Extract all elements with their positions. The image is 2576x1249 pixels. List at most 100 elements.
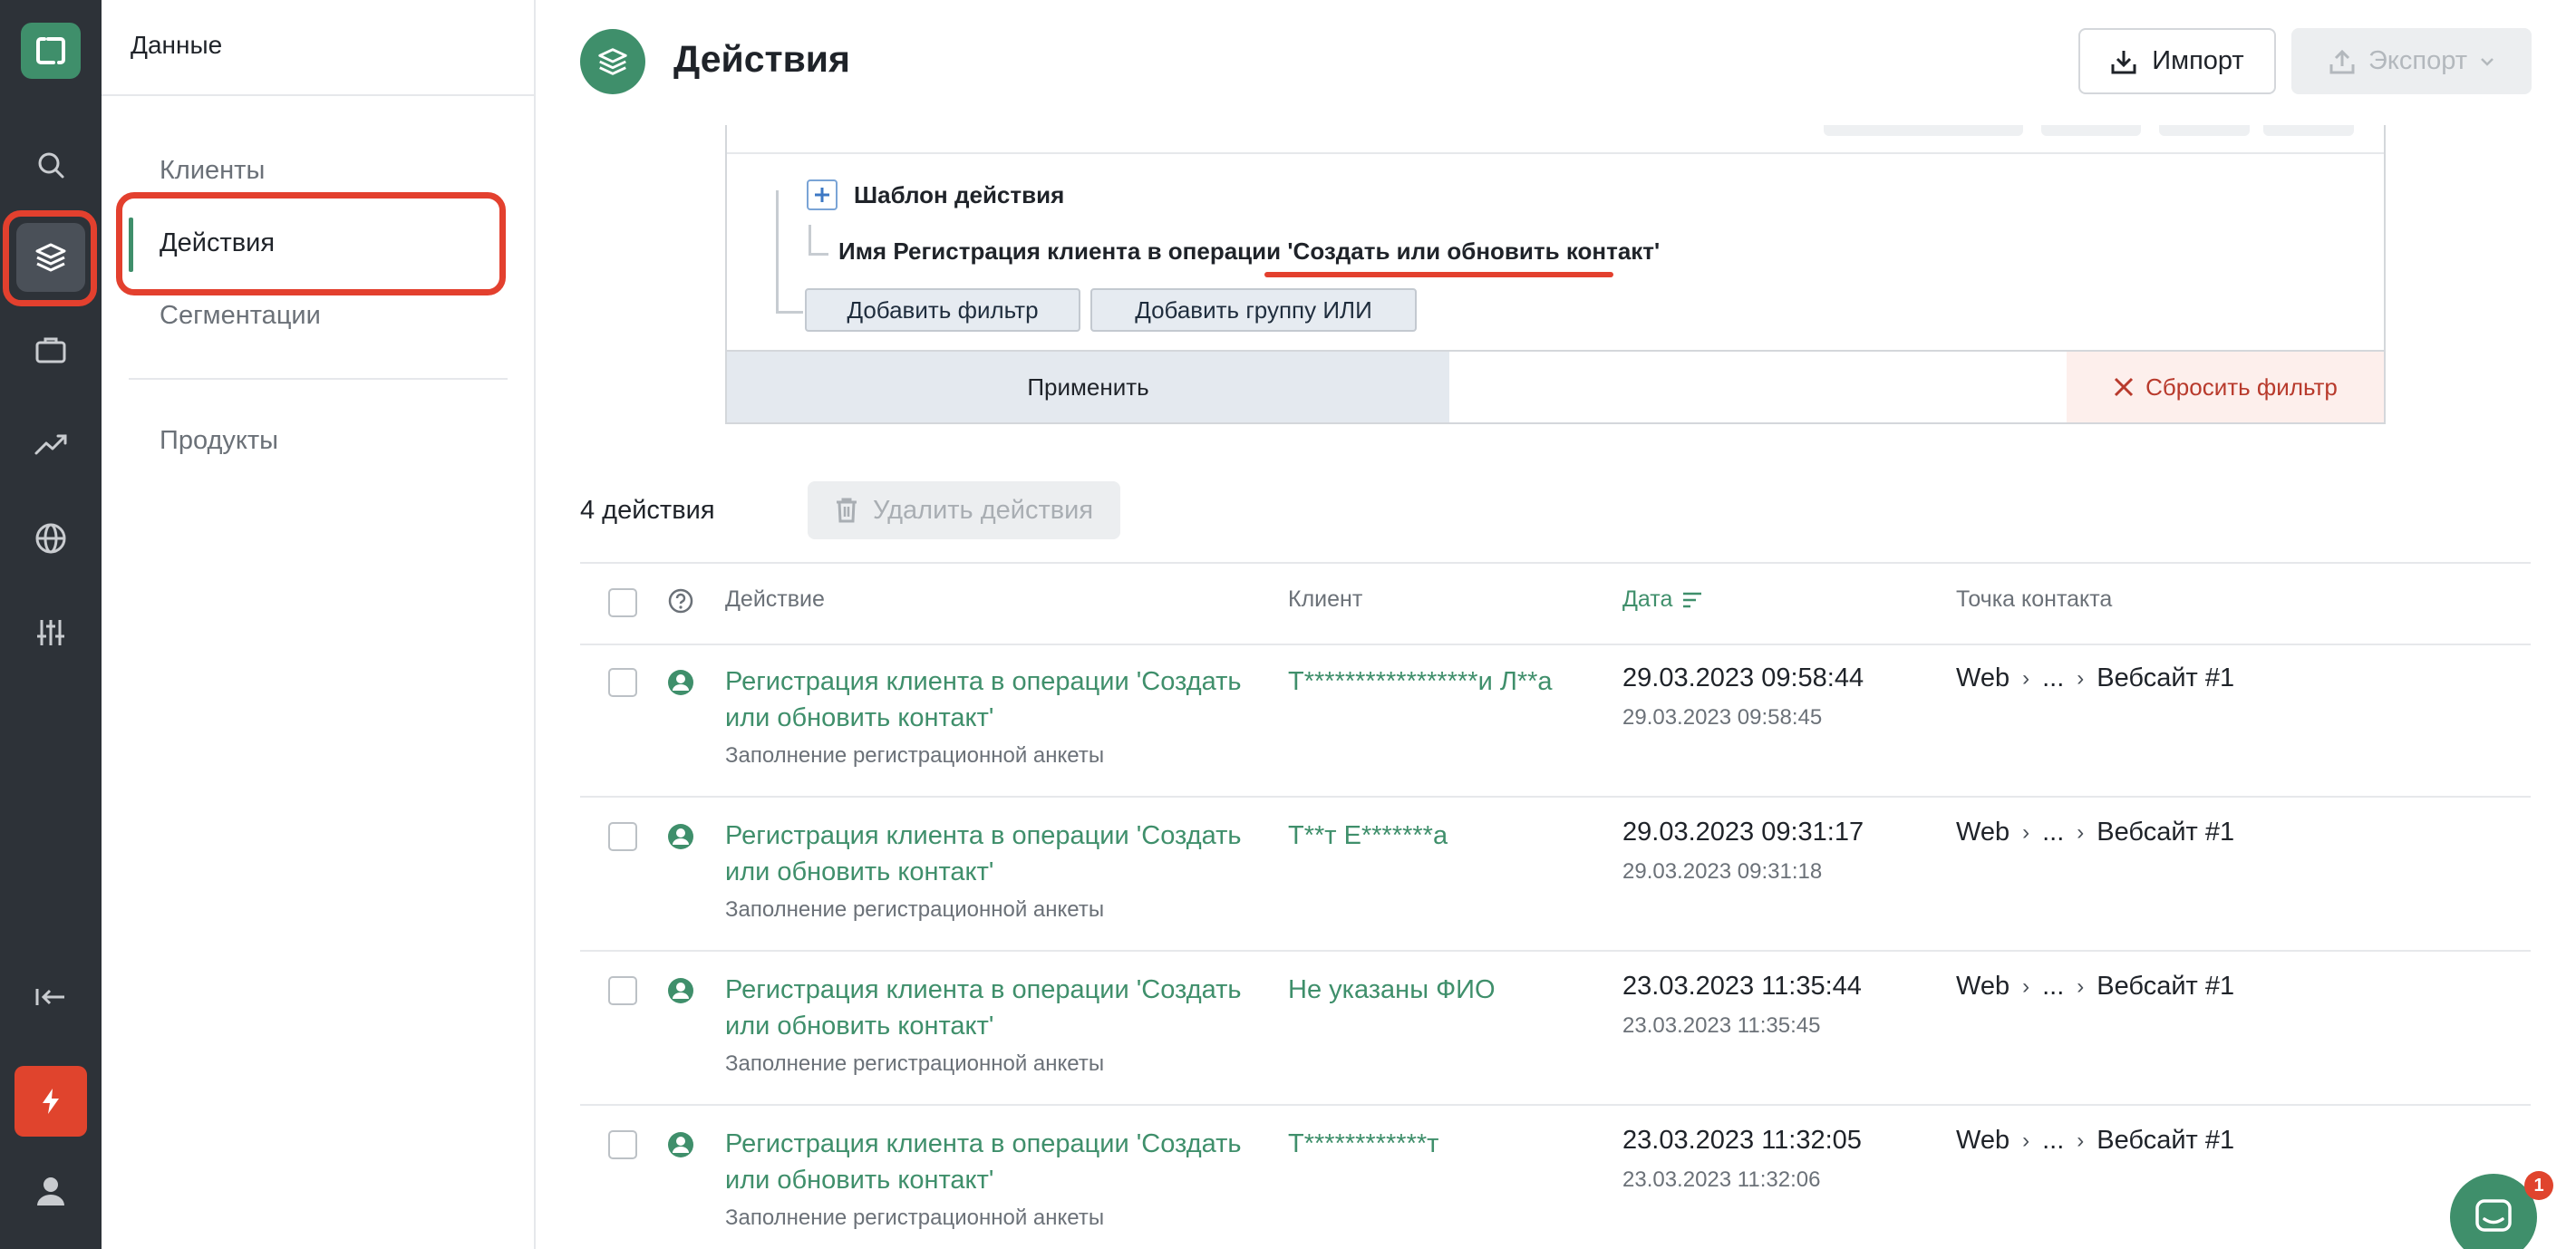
rail-channels[interactable]	[9, 497, 92, 580]
filter-condition[interactable]: Имя Регистрация клиента в операции 'Созд…	[838, 237, 1660, 266]
subnav-item-products[interactable]: Продукты	[160, 426, 278, 456]
client-link[interactable]: Т************т	[1288, 1126, 1560, 1162]
action-description: Заполнение регистрационной анкеты	[725, 743, 1105, 768]
touchpoint-path: Web › ... › Вебсайт #1	[1956, 972, 2234, 1002]
action-date: 23.03.2023 11:32:05	[1622, 1126, 1862, 1155]
touchpoint-part: Web	[1956, 663, 2010, 692]
touchpoint-part: Web	[1956, 1126, 2010, 1155]
touchpoint-part: Web	[1956, 818, 2010, 847]
rail-settings[interactable]	[9, 591, 92, 674]
action-date-secondary: 29.03.2023 09:31:18	[1622, 859, 1823, 884]
table-row[interactable]: Регистрация клиента в операции 'Создать …	[580, 952, 2531, 1106]
tree-line	[809, 225, 811, 256]
action-link[interactable]: Регистрация клиента в операции 'Создать …	[725, 663, 1269, 736]
touchpoint-part: Вебсайт #1	[2097, 663, 2235, 692]
chevron-right-icon: ›	[2077, 819, 2085, 845]
user-icon	[37, 1177, 64, 1205]
add-filter-button[interactable]: Добавить фильтр	[805, 288, 1080, 332]
chevron-right-icon: ›	[2022, 819, 2030, 845]
user-circle-icon	[668, 670, 693, 695]
subnav-item-clients[interactable]: Клиенты	[160, 156, 265, 186]
action-date: 29.03.2023 09:31:17	[1622, 818, 1864, 847]
divider	[129, 378, 508, 380]
action-date-secondary: 23.03.2023 11:35:45	[1622, 1013, 1821, 1038]
touchpoint-part: ...	[2042, 663, 2065, 692]
globe-icon	[35, 523, 66, 554]
touchpoint-path: Web › ... › Вебсайт #1	[1956, 1126, 2234, 1156]
action-date-secondary: 29.03.2023 09:58:45	[1622, 705, 1823, 730]
select-all-checkbox[interactable]	[608, 588, 637, 617]
table-row[interactable]: Регистрация клиента в операции 'Создать …	[580, 798, 2531, 952]
chevron-right-icon: ›	[2022, 665, 2030, 691]
chevron-right-icon: ›	[2077, 1128, 2085, 1153]
action-description: Заполнение регистрационной анкеты	[725, 1205, 1105, 1230]
action-link[interactable]: Регистрация клиента в операции 'Создать …	[725, 1126, 1269, 1198]
data-subnav: Данные Клиенты Действия Сегментации Прод…	[102, 0, 536, 1249]
action-date-secondary: 23.03.2023 11:32:06	[1622, 1167, 1821, 1192]
export-button[interactable]: Экспорт	[2291, 28, 2532, 94]
table-row[interactable]: Регистрация клиента в операции 'Создать …	[580, 644, 2531, 798]
divider	[727, 152, 2384, 154]
action-link[interactable]: Регистрация клиента в операции 'Создать …	[725, 818, 1269, 890]
layers-icon	[598, 48, 627, 75]
rail-search[interactable]	[9, 123, 92, 207]
reset-filter-button[interactable]: Сбросить фильтр	[2067, 352, 2384, 422]
action-date: 23.03.2023 11:35:44	[1622, 972, 1862, 1001]
page-icon	[580, 29, 645, 94]
icon-rail	[0, 0, 102, 1249]
filter-panel: Шаблон действия Имя Регистрация клиента …	[725, 125, 2386, 424]
add-or-group-button[interactable]: Добавить группу ИЛИ	[1090, 288, 1417, 332]
rail-profile[interactable]	[9, 1149, 92, 1233]
import-label: Импорт	[2152, 46, 2244, 75]
rail-analytics[interactable]	[9, 402, 92, 486]
page-title: Действия	[673, 38, 850, 80]
search-icon	[38, 152, 64, 179]
briefcase-icon	[35, 337, 66, 363]
filter-ghost-element	[2263, 125, 2354, 136]
column-header-action: Действие	[725, 586, 825, 612]
chevron-right-icon: ›	[2077, 973, 2085, 999]
reset-filter-label: Сбросить фильтр	[2145, 373, 2338, 401]
client-link[interactable]: Не указаны ФИО	[1288, 972, 1560, 1008]
trash-icon	[836, 498, 857, 523]
rail-campaigns[interactable]	[9, 308, 92, 392]
tree-line	[809, 253, 828, 256]
column-header-date-label: Дата	[1622, 586, 1673, 612]
row-checkbox[interactable]	[608, 668, 637, 697]
action-link[interactable]: Регистрация клиента в операции 'Создать …	[725, 972, 1269, 1044]
client-link[interactable]: Т**т Е*******а	[1288, 818, 1560, 854]
chevron-right-icon: ›	[2022, 1128, 2030, 1153]
client-link[interactable]: Т*****************и Л**а	[1288, 663, 1560, 700]
import-button[interactable]: Импорт	[2078, 28, 2276, 94]
filter-ghost-element	[2159, 125, 2250, 136]
row-checkbox[interactable]	[608, 1130, 637, 1159]
column-header-touchpoint: Точка контакта	[1956, 586, 2113, 612]
tree-line	[776, 190, 779, 314]
row-checkbox[interactable]	[608, 822, 637, 851]
user-circle-icon	[668, 824, 693, 849]
touchpoint-part: ...	[2042, 972, 2065, 1001]
chat-icon	[2475, 1199, 2512, 1232]
table-row[interactable]: Регистрация клиента в операции 'Создать …	[580, 1106, 2531, 1249]
collapse-icon	[35, 989, 64, 1005]
touchpoint-path: Web › ... › Вебсайт #1	[1956, 818, 2234, 847]
row-checkbox[interactable]	[608, 976, 637, 1005]
subnav-item-segmentations[interactable]: Сегментации	[160, 301, 321, 331]
export-label: Экспорт	[2368, 46, 2467, 75]
expand-template-button[interactable]	[807, 179, 838, 210]
help-icon[interactable]	[667, 587, 694, 615]
bolt-icon	[43, 1089, 59, 1114]
column-header-client: Клиент	[1288, 586, 1363, 612]
user-circle-icon	[668, 1132, 693, 1157]
touchpoint-part: Вебсайт #1	[2097, 972, 2235, 1001]
quick-actions-button[interactable]	[15, 1066, 87, 1137]
user-circle-icon	[668, 978, 693, 1003]
sliders-icon	[37, 620, 64, 645]
filter-ghost-element	[2041, 125, 2141, 136]
rail-collapse[interactable]	[9, 955, 92, 1039]
delete-actions-button[interactable]: Удалить действия	[808, 481, 1120, 539]
column-header-date[interactable]: Дата	[1622, 586, 1703, 613]
app-logo[interactable]	[21, 23, 81, 79]
apply-button[interactable]: Применить	[727, 352, 1449, 422]
filter-ghost-element	[1824, 125, 2023, 136]
